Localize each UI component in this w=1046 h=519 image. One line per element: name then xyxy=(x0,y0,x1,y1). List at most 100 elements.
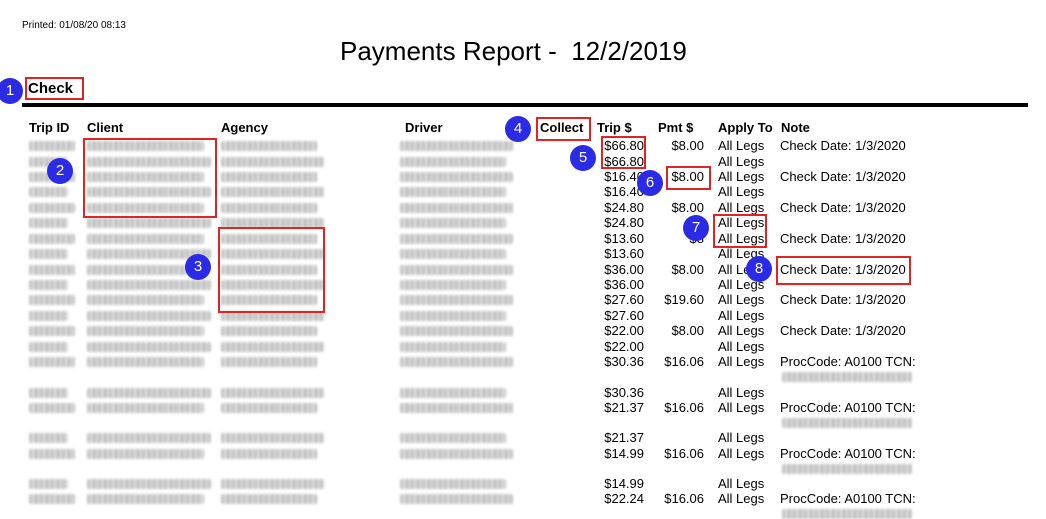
redacted-client xyxy=(87,433,211,443)
redacted-trip-id xyxy=(29,403,75,413)
highlight-apply-to xyxy=(713,214,767,248)
redacted-trip-id xyxy=(29,218,68,228)
redacted-driver xyxy=(400,234,513,244)
redacted-trip-id xyxy=(29,326,75,336)
cell-apply-to: All Legs xyxy=(718,308,765,323)
redacted-client xyxy=(87,449,204,459)
table-row: $22.00 All Legs xyxy=(0,339,1046,354)
col-header-note: Note xyxy=(781,120,810,135)
cell-trip-amount: $24.80 xyxy=(604,200,644,215)
cell-apply-to: All Legs xyxy=(718,200,765,215)
redacted-client xyxy=(87,342,211,352)
redacted-trip-id xyxy=(29,249,68,259)
redacted-driver xyxy=(400,494,513,504)
cell-apply-to: All Legs xyxy=(718,138,765,153)
redacted-tcn xyxy=(782,372,912,382)
cell-apply-to: All Legs xyxy=(718,184,765,199)
col-header-client: Client xyxy=(87,120,124,135)
redacted-driver xyxy=(400,479,506,489)
redacted-trip-id xyxy=(29,187,68,197)
redacted-driver xyxy=(400,388,506,398)
cell-apply-to: All Legs xyxy=(718,476,765,491)
cell-pmt-amount: $8.00 xyxy=(671,323,704,338)
cell-apply-to: All Legs xyxy=(718,292,765,307)
redacted-agency xyxy=(221,479,324,489)
highlight-check-label xyxy=(25,77,84,100)
redacted-agency xyxy=(221,326,317,336)
cell-note: ProcCode: A0100 TCN: xyxy=(780,491,916,506)
redacted-client xyxy=(87,295,204,305)
redacted-driver xyxy=(400,295,513,305)
highlight-check-date-note xyxy=(776,256,911,285)
table-row: $30.36 All Legs xyxy=(0,385,1046,400)
cell-apply-to: All Legs xyxy=(718,400,765,415)
cell-apply-to: All Legs xyxy=(718,339,765,354)
redacted-driver xyxy=(400,357,513,367)
redacted-agency xyxy=(221,449,317,459)
table-row: $27.60 All Legs xyxy=(0,308,1046,323)
table-row: $30.36 $16.06 All Legs ProcCode: A0100 TCN: xyxy=(0,354,1046,382)
table-row: $14.99 All Legs xyxy=(0,476,1046,491)
col-header-trip-id: Trip ID xyxy=(29,120,70,135)
redacted-driver xyxy=(400,187,506,197)
highlight-agency-names xyxy=(218,227,325,313)
redacted-driver xyxy=(400,203,513,213)
cell-trip-amount: $36.00 xyxy=(604,277,644,292)
redacted-trip-id xyxy=(29,280,68,290)
cell-note: ProcCode: A0100 TCN: xyxy=(780,400,916,415)
redacted-driver xyxy=(400,342,506,352)
cell-note: Check Date: 1/3/2020 xyxy=(780,292,906,307)
cell-apply-to: All Legs xyxy=(718,354,765,369)
cell-pmt-amount: $16.06 xyxy=(664,446,704,461)
redacted-trip-id xyxy=(29,234,75,244)
redacted-client xyxy=(87,494,204,504)
cell-trip-amount: $30.36 xyxy=(604,354,644,369)
table-row: $21.37 All Legs xyxy=(0,430,1046,445)
cell-trip-amount: $14.99 xyxy=(604,476,644,491)
table-row: $22.00 $8.00 All Legs Check Date: 1/3/2020 xyxy=(0,323,1046,338)
highlight-collect-header xyxy=(536,117,591,141)
redacted-driver xyxy=(400,157,506,167)
redacted-driver xyxy=(400,403,513,413)
table-row: $22.24 $16.06 All Legs ProcCode: A0100 TCN: xyxy=(0,491,1046,519)
cell-trip-amount: $21.37 xyxy=(604,400,644,415)
redacted-client xyxy=(87,311,211,321)
redacted-tcn xyxy=(782,418,912,428)
redacted-trip-id xyxy=(29,203,75,213)
cell-note: Check Date: 1/3/2020 xyxy=(780,138,906,153)
cell-trip-amount: $27.60 xyxy=(604,308,644,323)
cell-note: ProcCode: A0100 TCN: xyxy=(780,354,916,369)
redacted-driver xyxy=(400,326,513,336)
redacted-agency xyxy=(221,403,317,413)
redacted-agency xyxy=(221,157,324,167)
cell-note: Check Date: 1/3/2020 xyxy=(780,323,906,338)
cell-trip-amount: $22.00 xyxy=(604,323,644,338)
redacted-driver xyxy=(400,311,506,321)
callout-badge-4: 4 xyxy=(505,116,531,142)
col-header-apply-to: Apply To xyxy=(718,120,773,135)
redacted-client xyxy=(87,357,204,367)
table-row: $27.60 $19.60 All Legs Check Date: 1/3/2020 xyxy=(0,292,1046,307)
redacted-trip-id xyxy=(29,433,68,443)
cell-apply-to: All Legs xyxy=(718,385,765,400)
redacted-driver xyxy=(400,172,513,182)
redacted-client xyxy=(87,280,211,290)
callout-badge-8: 8 xyxy=(746,256,772,282)
redacted-agency xyxy=(221,187,324,197)
redacted-trip-id xyxy=(29,479,68,489)
highlight-trip-amounts xyxy=(601,136,646,169)
col-header-agency: Agency xyxy=(221,120,268,135)
redacted-trip-id xyxy=(29,265,75,275)
section-divider xyxy=(22,103,1028,107)
callout-badge-2: 2 xyxy=(47,158,73,184)
cell-trip-amount: $36.00 xyxy=(604,262,644,277)
redacted-agency xyxy=(221,388,324,398)
redacted-agency xyxy=(221,141,317,151)
redacted-trip-id xyxy=(29,494,75,504)
redacted-driver xyxy=(400,218,506,228)
cell-trip-amount: $30.36 xyxy=(604,385,644,400)
callout-badge-6: 6 xyxy=(637,170,663,196)
redacted-agency xyxy=(221,203,317,213)
cell-pmt-amount: $19.60 xyxy=(664,292,704,307)
redacted-trip-id xyxy=(29,311,68,321)
